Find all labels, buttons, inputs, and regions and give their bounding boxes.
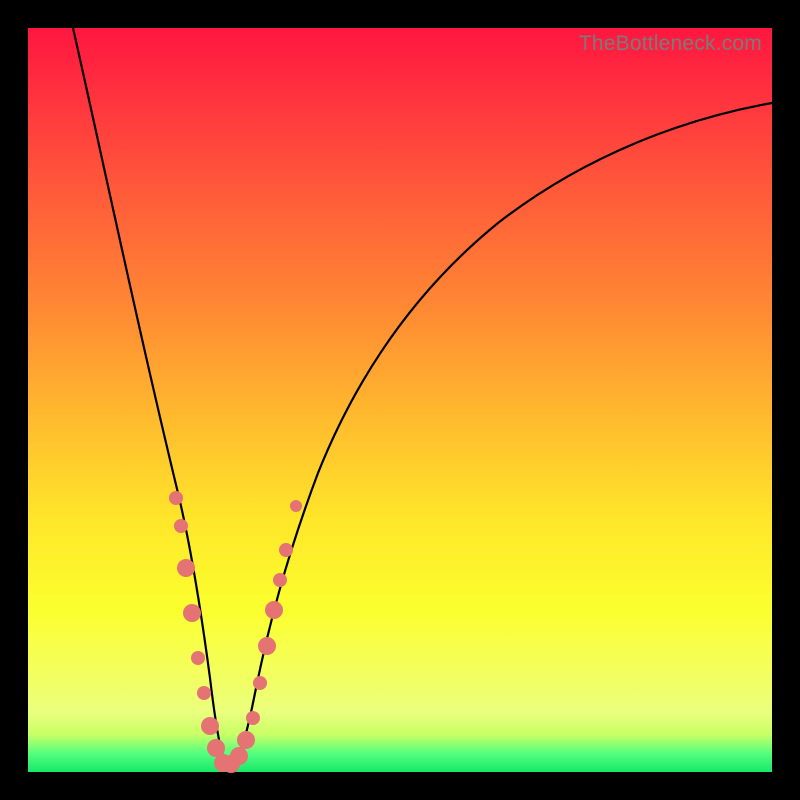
marker-dots [169,491,302,773]
plot-area: TheBottleneck.com [28,28,772,772]
bottleneck-curve [73,28,772,766]
bottleneck-chart [28,28,772,772]
outer-frame: TheBottleneck.com [0,0,800,800]
